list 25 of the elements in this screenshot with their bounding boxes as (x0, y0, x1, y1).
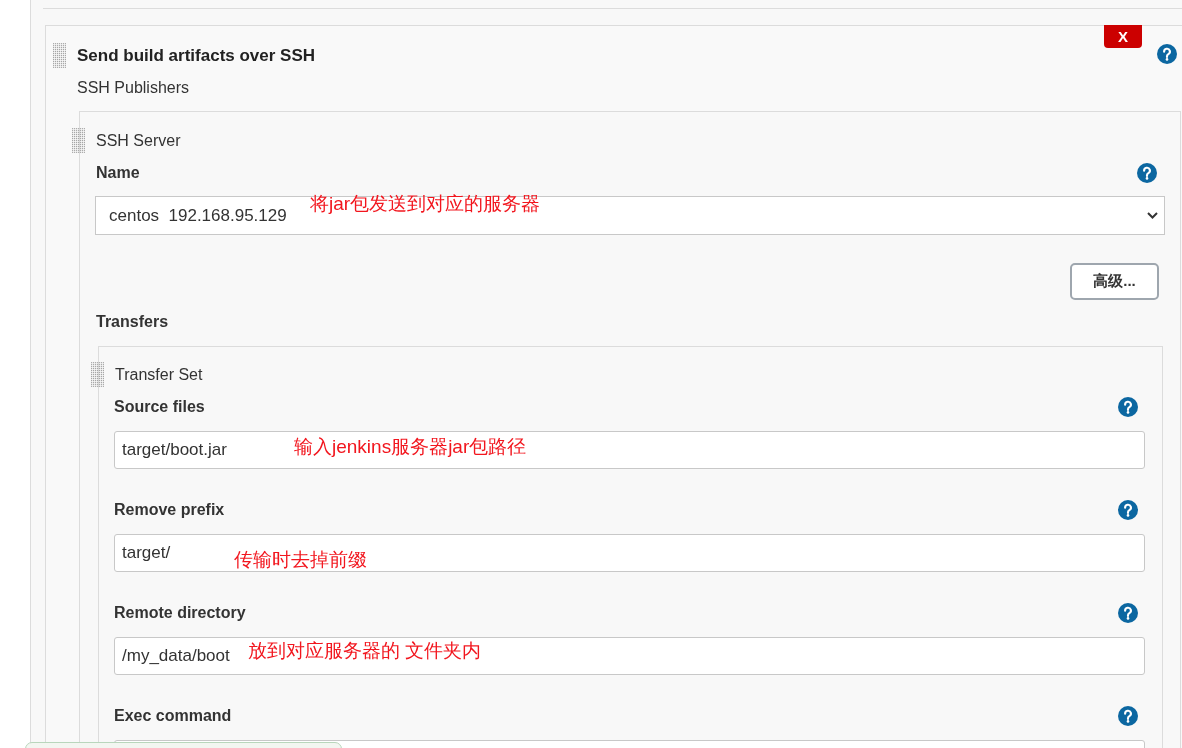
section-label: SSH Publishers (77, 78, 191, 98)
help-icon[interactable] (1118, 706, 1138, 726)
drag-handle-icon[interactable] (72, 128, 85, 153)
annotation-text: 放到对应服务器的 文件夹内 (248, 639, 482, 663)
field-label: Source files (114, 397, 205, 417)
drag-handle-icon[interactable] (91, 362, 104, 387)
step-title: Send build artifacts over SSH (77, 45, 316, 67)
section-label: Transfers (95, 312, 170, 332)
help-icon[interactable] (1118, 603, 1138, 623)
annotation-text: 传输时去掉前缀 (234, 548, 367, 572)
field-label: Remove prefix (114, 500, 225, 520)
help-icon[interactable] (1157, 44, 1177, 64)
help-icon[interactable] (1137, 163, 1157, 183)
drag-handle-icon[interactable] (53, 43, 66, 68)
field-label: Name (96, 163, 140, 183)
panel-title: SSH Server (96, 130, 181, 151)
advanced-button[interactable]: 高级... (1070, 263, 1159, 300)
panel-title: Transfer Set (115, 364, 203, 385)
help-icon[interactable] (1118, 500, 1138, 520)
help-icon[interactable] (1118, 397, 1138, 417)
chevron-down-icon (1147, 212, 1158, 219)
field-label: Exec command (114, 706, 232, 726)
delete-button[interactable]: X (1104, 25, 1142, 48)
field-label: Remote directory (114, 603, 246, 623)
annotation-text: 输入jenkins服务器jar包路径 (294, 435, 527, 459)
